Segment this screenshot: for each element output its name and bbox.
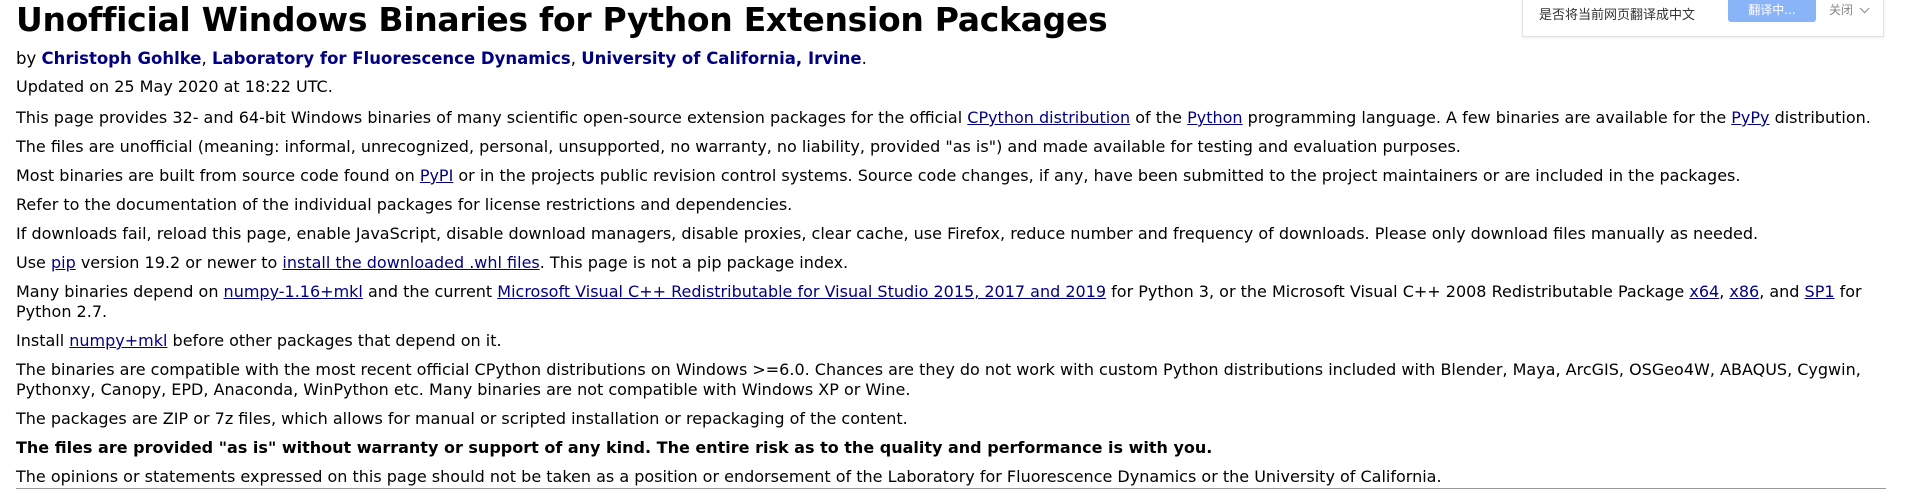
msvc-redist-link[interactable]: Microsoft Visual C++ Redistributable for…: [497, 282, 1106, 301]
python-link[interactable]: Python: [1187, 108, 1242, 127]
author-link[interactable]: Christoph Gohlke: [41, 49, 201, 68]
pypi-link[interactable]: PyPI: [420, 166, 453, 185]
byline-separator: ,: [201, 49, 212, 68]
numpy-mkl-link[interactable]: numpy+mkl: [69, 331, 167, 350]
paragraph-warranty: The files are provided "as is" without w…: [16, 438, 1213, 457]
paragraph-license: Refer to the documentation of the indivi…: [16, 195, 793, 214]
close-translate-button[interactable]: 关闭: [1829, 1, 1870, 18]
translate-prompt: 是否将当前网页翻译成中文: [1539, 8, 1696, 23]
paragraph-packages: The packages are ZIP or 7z files, which …: [16, 409, 908, 428]
chevron-down-icon[interactable]: [1859, 3, 1870, 14]
text: Most binaries are built from source code…: [16, 166, 420, 185]
translate-bar: 是否将当前网页翻译成中文 翻译中... 关闭: [1522, 0, 1884, 37]
byline-separator: ,: [570, 49, 582, 68]
text: This page provides 32- and 64-bit Window…: [16, 108, 968, 127]
text: and the current: [362, 282, 498, 301]
numpy-mkl-version-link[interactable]: numpy-1.16+mkl: [224, 282, 363, 301]
text: programming language. A few binaries are…: [1242, 108, 1732, 127]
install-whl-link[interactable]: install the downloaded .whl files: [282, 253, 539, 272]
text: Use: [16, 253, 51, 272]
x86-link[interactable]: x86: [1729, 282, 1759, 301]
pypy-link[interactable]: PyPy: [1731, 108, 1769, 127]
intro-paragraphs: This page provides 32- and 64-bit Window…: [16, 108, 1886, 487]
pip-link[interactable]: pip: [51, 253, 76, 272]
text: before other packages that depend on it.: [167, 331, 502, 350]
page-content: Unofficial Windows Binaries for Python E…: [16, 0, 1886, 492]
text: , and: [1759, 282, 1805, 301]
byline: by Christoph Gohlke, Laboratory for Fluo…: [16, 48, 1886, 70]
text: of the: [1130, 108, 1188, 127]
paragraph-dependencies: Many binaries depend on numpy-1.16+mkl a…: [16, 282, 1886, 322]
university-link[interactable]: University of California, Irvine: [581, 49, 861, 68]
text: for Python 3, or the Microsoft Visual C+…: [1106, 282, 1690, 301]
sp1-link[interactable]: SP1: [1805, 282, 1835, 301]
paragraph-downloads: If downloads fail, reload this page, ena…: [16, 224, 1759, 243]
updated-date: Updated on 25 May 2020 at 18:22 UTC.: [16, 77, 333, 96]
text: distribution.: [1769, 108, 1871, 127]
text: . This page is not a pip package index.: [539, 253, 849, 272]
byline-end: .: [861, 49, 867, 68]
text: version 19.2 or newer to: [75, 253, 283, 272]
paragraph-disclaimer: The opinions or statements expressed on …: [16, 467, 1442, 486]
paragraph-pip: Use pip version 19.2 or newer to install…: [16, 253, 1886, 273]
text: ,: [1719, 282, 1730, 301]
translate-button[interactable]: 翻译中...: [1728, 0, 1816, 22]
x64-link[interactable]: x64: [1689, 282, 1719, 301]
text: Install: [16, 331, 70, 350]
text: Many binaries depend on: [16, 282, 224, 301]
cpython-link[interactable]: CPython distribution: [967, 108, 1130, 127]
lab-link[interactable]: Laboratory for Fluorescence Dynamics: [212, 49, 571, 68]
paragraph-source: Most binaries are built from source code…: [16, 166, 1886, 186]
paragraph-intro: This page provides 32- and 64-bit Window…: [16, 108, 1886, 128]
paragraph-install-numpy: Install numpy+mkl before other packages …: [16, 331, 1886, 351]
text: or in the projects public revision contr…: [453, 166, 1741, 185]
close-label: 关闭: [1829, 3, 1854, 17]
byline-prefix: by: [16, 49, 42, 68]
paragraph-compatibility: The binaries are compatible with the mos…: [16, 360, 1861, 399]
horizontal-divider: [16, 488, 1886, 489]
paragraph-unofficial: The files are unofficial (meaning: infor…: [16, 137, 1461, 156]
